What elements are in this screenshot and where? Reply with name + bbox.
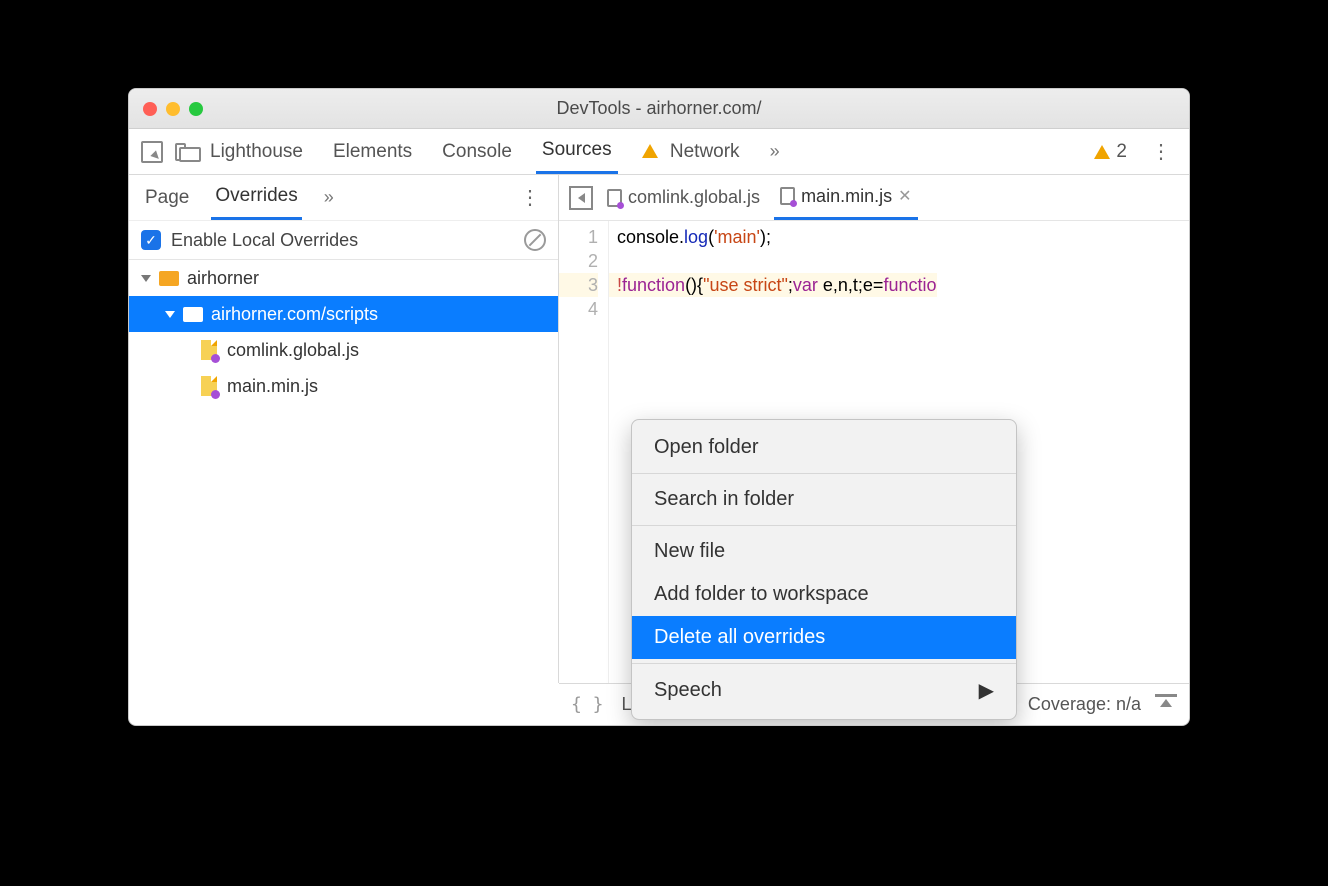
sources-sidebar-tabs: Page Overrides » ⋮ xyxy=(129,175,558,221)
code-line xyxy=(609,297,937,321)
warning-icon xyxy=(642,144,658,158)
editor-tabs: comlink.global.js main.min.js ✕ xyxy=(559,175,1189,221)
titlebar: DevTools - airhorner.com/ xyxy=(129,89,1189,129)
tree-file-main[interactable]: main.min.js xyxy=(129,368,558,404)
warning-icon xyxy=(1094,145,1110,159)
editor-tab-main[interactable]: main.min.js ✕ xyxy=(774,176,917,220)
warning-count: 2 xyxy=(1116,141,1127,163)
file-tree: airhorner airhorner.com/scripts comlink.… xyxy=(129,260,558,404)
tab-network-label: Network xyxy=(670,141,740,162)
sidebar: Page Overrides » ⋮ ✓ Enable Local Overri… xyxy=(129,175,559,683)
tree-file-label: main.min.js xyxy=(227,376,318,397)
tab-sources[interactable]: Sources xyxy=(536,129,618,174)
minimize-window-icon[interactable] xyxy=(166,102,180,116)
traffic-lights xyxy=(143,102,203,116)
ctx-speech[interactable]: Speech ▶ xyxy=(632,668,1016,713)
tree-file-label: comlink.global.js xyxy=(227,340,359,361)
line-number: 2 xyxy=(559,249,598,273)
settings-kebab-icon[interactable]: ⋮ xyxy=(1145,139,1177,164)
editor-tab-comlink[interactable]: comlink.global.js xyxy=(601,177,766,218)
tree-folder-label: airhorner.com/scripts xyxy=(211,304,378,325)
warning-badge[interactable]: 2 xyxy=(1094,141,1127,163)
zoom-window-icon[interactable] xyxy=(189,102,203,116)
device-toggle-icon[interactable] xyxy=(175,143,186,161)
code-line: !function(){"use strict";var e,n,t;e=fun… xyxy=(609,273,937,297)
separator xyxy=(632,525,1016,526)
ctx-delete-overrides[interactable]: Delete all overrides xyxy=(632,616,1016,659)
tree-root-folder[interactable]: airhorner xyxy=(129,260,558,296)
chevron-down-icon xyxy=(141,275,151,282)
navigator-toggle-icon[interactable] xyxy=(569,186,593,210)
file-icon xyxy=(780,187,795,205)
tree-scripts-folder[interactable]: airhorner.com/scripts xyxy=(129,296,558,332)
overrides-bar: ✓ Enable Local Overrides xyxy=(129,221,558,260)
enable-overrides-label: Enable Local Overrides xyxy=(171,230,358,251)
js-file-icon xyxy=(201,340,217,360)
sidetab-more-icon[interactable]: » xyxy=(320,177,338,218)
context-menu: Open folder Search in folder New file Ad… xyxy=(631,419,1017,720)
separator xyxy=(632,473,1016,474)
tabs-more-icon[interactable]: » xyxy=(764,131,786,172)
override-dot-icon xyxy=(211,354,220,363)
sidetab-overrides[interactable]: Overrides xyxy=(211,175,301,220)
ctx-open-folder[interactable]: Open folder xyxy=(632,426,1016,469)
tab-network[interactable]: Network xyxy=(636,131,746,173)
tab-elements[interactable]: Elements xyxy=(327,131,418,173)
line-number: 3 xyxy=(559,273,598,297)
ctx-speech-label: Speech xyxy=(654,679,722,702)
window-title: DevTools - airhorner.com/ xyxy=(129,98,1189,119)
sidebar-kebab-icon[interactable]: ⋮ xyxy=(514,185,546,210)
chevron-down-icon xyxy=(165,311,175,318)
code-line: console.log('main'); xyxy=(609,225,937,249)
inspect-icon[interactable] xyxy=(141,141,163,163)
file-icon xyxy=(607,189,622,207)
override-dot-icon xyxy=(211,390,220,399)
ctx-new-file[interactable]: New file xyxy=(632,530,1016,573)
main-tabs: Lighthouse Elements Console Sources Netw… xyxy=(129,129,1189,175)
tree-file-comlink[interactable]: comlink.global.js xyxy=(129,332,558,368)
code-line xyxy=(609,249,937,273)
line-number: 1 xyxy=(559,225,598,249)
tab-lighthouse[interactable]: Lighthouse xyxy=(204,131,309,173)
folder-icon xyxy=(183,307,203,322)
tab-console[interactable]: Console xyxy=(436,131,518,173)
sidetab-page[interactable]: Page xyxy=(141,177,193,219)
folder-icon xyxy=(159,271,179,286)
gutter: 1 2 3 4 xyxy=(559,221,609,683)
coverage-status: Coverage: n/a xyxy=(1028,694,1141,715)
drawer-toggle-icon[interactable] xyxy=(1155,694,1177,716)
editor-tab-label: comlink.global.js xyxy=(628,187,760,208)
submenu-arrow-icon: ▶ xyxy=(979,678,994,703)
tree-root-label: airhorner xyxy=(187,268,259,289)
ctx-search-in-folder[interactable]: Search in folder xyxy=(632,478,1016,521)
pretty-print-icon[interactable]: { } xyxy=(571,694,604,715)
close-tab-icon[interactable]: ✕ xyxy=(898,186,911,206)
enable-overrides-checkbox[interactable]: ✓ xyxy=(141,230,161,250)
ctx-add-folder[interactable]: Add folder to workspace xyxy=(632,573,1016,616)
separator xyxy=(632,663,1016,664)
editor-tab-label: main.min.js xyxy=(801,186,892,207)
line-number: 4 xyxy=(559,297,598,321)
clear-icon[interactable] xyxy=(524,229,546,251)
js-file-icon xyxy=(201,376,217,396)
devtools-window: DevTools - airhorner.com/ Lighthouse Ele… xyxy=(128,88,1190,726)
close-window-icon[interactable] xyxy=(143,102,157,116)
